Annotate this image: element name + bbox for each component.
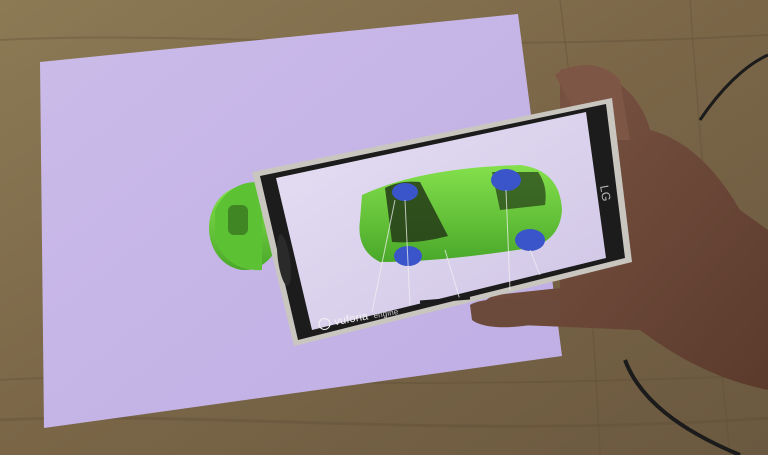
photo-scene: LG vuforia engine — [0, 0, 768, 455]
ar-marker-front-left — [392, 183, 418, 201]
scene-illustration: LG — [0, 0, 768, 455]
ar-marker-rear-right — [515, 229, 545, 251]
vuforia-logo-icon — [317, 317, 332, 332]
ar-marker-rear-left — [491, 169, 521, 191]
phone-brand-logo: LG — [597, 184, 614, 202]
